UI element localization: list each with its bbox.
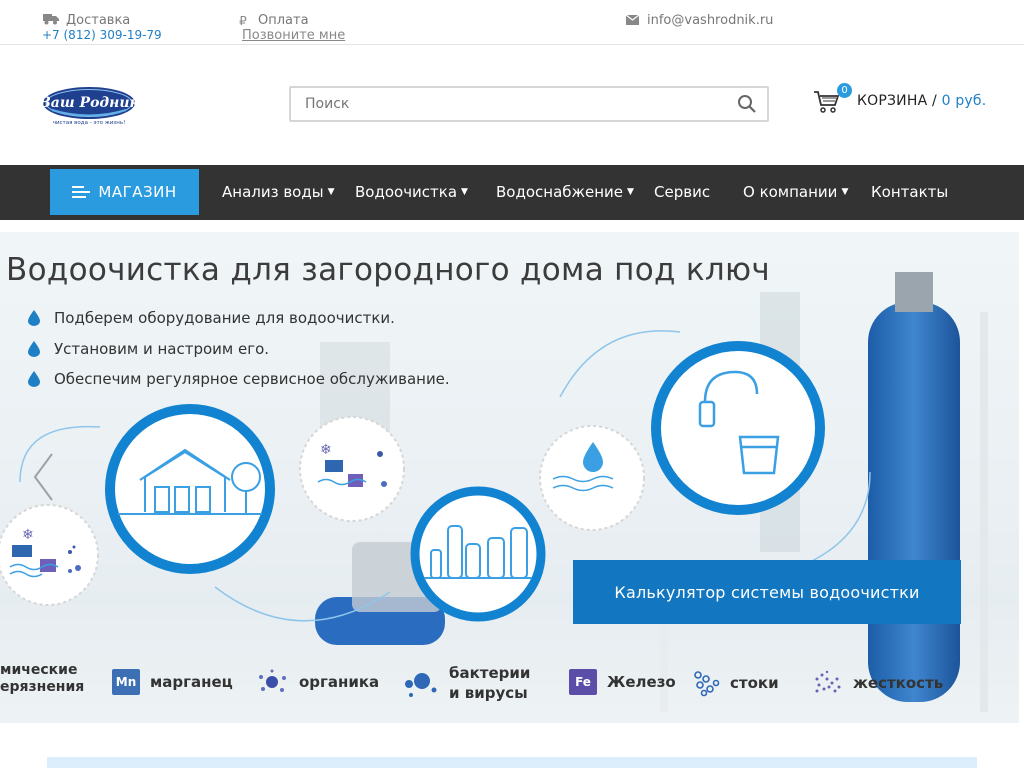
nav-item-label: Водоснабжение	[496, 183, 624, 201]
logo-graphic: Ваш Родник чистая вода - это жизнь!	[38, 87, 140, 126]
email-link[interactable]: info@vashrodnik.ru	[623, 13, 773, 28]
bullet-text: Подберем оборудование для водоочистки.	[54, 309, 395, 327]
nav-item-supply[interactable]: Водоснабжение ▼	[496, 183, 634, 201]
ruble-icon: ₽	[239, 13, 247, 28]
water-drop-icon	[28, 310, 40, 326]
legend-manganese: Mn марганец	[112, 669, 233, 695]
svg-text:❄: ❄	[320, 442, 332, 458]
truck-icon	[42, 13, 60, 28]
legend-text: бактерии	[449, 664, 531, 682]
svg-text:Ваш Родник: Ваш Родник	[42, 95, 136, 111]
svg-text:❄: ❄	[22, 527, 34, 543]
banner-illustration: ❄ ❄	[0, 232, 1019, 723]
banner-title: Водоочистка для загородного дома под клю…	[6, 252, 771, 288]
search-box	[289, 86, 769, 122]
search-icon[interactable]	[737, 94, 757, 114]
hardness-icon	[815, 670, 841, 693]
water-drop-icon	[28, 371, 40, 387]
legend-text: марганец	[150, 673, 233, 691]
legend-bacteria: бактерии и вирусы	[403, 664, 530, 702]
nav-item-service[interactable]: Сервис	[654, 183, 710, 201]
legend-text: стоки	[730, 674, 779, 692]
legend-text: Железо	[607, 673, 676, 691]
legend-text: и вирусы	[449, 684, 528, 702]
delivery-label: Доставка	[66, 13, 131, 28]
search-input[interactable]	[305, 88, 725, 120]
content-strip	[47, 757, 977, 768]
caret-down-icon: ▼	[461, 187, 468, 197]
legend-iron: Fe Железо	[569, 669, 676, 695]
banner-bullet: Подберем оборудование для водоочистки.	[28, 309, 395, 327]
bullet-text: Обеспечим регулярное сервисное обслужива…	[54, 370, 450, 388]
cart-sum: 0 руб.	[941, 93, 987, 109]
nav-item-label: О компании	[743, 183, 838, 201]
banner-bullet: Обеспечим регулярное сервисное обслужива…	[28, 370, 450, 388]
delivery-link[interactable]: Доставка	[42, 13, 130, 28]
legend-text: мические	[0, 662, 78, 678]
bullet-text: Установим и настроим его.	[54, 340, 270, 358]
phone-link[interactable]: +7 (812) 309-19-79	[42, 28, 162, 42]
callme-link[interactable]: Позвоните мне	[242, 28, 345, 43]
envelope-icon	[623, 14, 641, 28]
nav-item-label: Контакты	[871, 183, 949, 201]
shop-label: МАГАЗИН	[98, 183, 177, 201]
payment-link[interactable]: ₽ Оплата	[234, 13, 309, 28]
payment-label: Оплата	[258, 13, 309, 28]
legend-text: органика	[299, 673, 380, 691]
organics-icon	[259, 669, 286, 692]
nav-item-analysis[interactable]: Анализ воды ▼	[222, 183, 335, 201]
legend-text: жесткость	[853, 674, 944, 692]
email-label: info@vashrodnik.ru	[647, 13, 774, 28]
nav-item-label: Сервис	[654, 183, 711, 201]
nav-item-about[interactable]: О компании ▼	[743, 183, 848, 201]
cart-label[interactable]: КОРЗИНА / 0 руб.	[857, 93, 986, 109]
nav-item-label: Анализ воды	[222, 183, 324, 201]
cart-icon[interactable]: 0	[813, 83, 852, 115]
caret-down-icon: ▼	[327, 187, 335, 197]
water-drop-icon	[28, 341, 40, 357]
bacteria-icon	[405, 673, 437, 697]
legend-organics: органика	[257, 669, 379, 695]
iron-icon: Fe	[569, 669, 597, 695]
menu-icon	[72, 186, 91, 198]
cart-count-badge: 0	[837, 83, 852, 98]
svg-text:чистая вода - это жизнь!: чистая вода - это жизнь!	[53, 120, 126, 126]
legend-text: ерязнения	[0, 679, 85, 695]
sewage-icon	[694, 671, 720, 697]
banner-bullet: Установим и настроим его.	[28, 340, 269, 358]
header: Ваш Родник чистая вода - это жизнь! 0 КО…	[0, 45, 1024, 163]
caret-down-icon: ▼	[627, 187, 634, 197]
cart-title: КОРЗИНА /	[857, 93, 937, 109]
legend-text-group: бактерии и вирусы	[449, 664, 530, 702]
legend-chemical: мические ерязнения	[0, 662, 84, 695]
caret-down-icon: ▼	[841, 187, 849, 197]
calculator-button[interactable]: Калькулятор системы водоочистки	[573, 560, 961, 624]
slider-prev-arrow[interactable]	[28, 452, 58, 502]
manganese-icon: Mn	[112, 669, 140, 695]
hero-banner[interactable]: ❄ ❄ Водоочистка для загородного дома под…	[0, 232, 1019, 723]
nav-item-purification[interactable]: Водоочистка ▼	[355, 183, 468, 201]
main-nav: МАГАЗИН Анализ воды ▼ Водоочистка ▼ Водосн…	[0, 165, 1024, 220]
legend-sewage: стоки	[692, 669, 779, 697]
site-logo[interactable]: Ваш Родник чистая вода - это жизнь!	[38, 83, 140, 127]
shop-button[interactable]: МАГАЗИН	[50, 169, 199, 215]
top-bar: Доставка ₽ Оплата info@vashrodnik.ru +7 …	[0, 0, 1024, 45]
cart-widget[interactable]: 0 КОРЗИНА / 0 руб.	[813, 83, 986, 115]
nav-item-label: Водоочистка	[355, 183, 458, 201]
legend-hardness: жесткость	[813, 669, 943, 697]
nav-item-contacts[interactable]: Контакты	[871, 183, 948, 201]
